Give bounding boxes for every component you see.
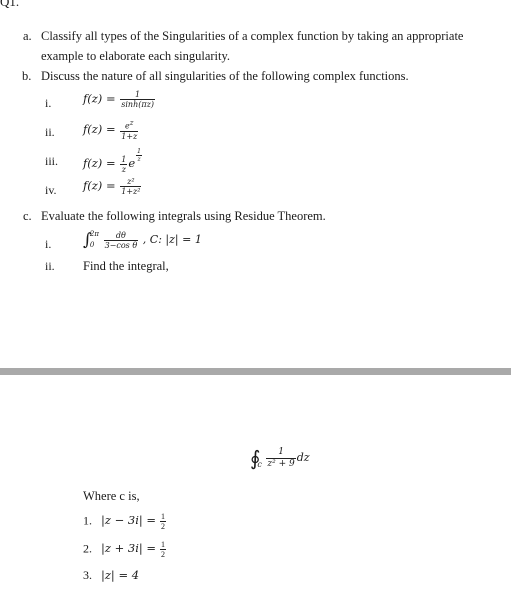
integrand-dz: dz [296, 451, 310, 464]
where-item-3: 3. |z| = 4 [83, 568, 139, 583]
b-item-2-den: 1+z [121, 131, 138, 141]
integrand-num: 1 [266, 447, 296, 459]
where-item-2-expr: |z + 3i| = [101, 541, 157, 556]
where-item-3-marker: 3. [83, 568, 92, 582]
b-item-2-num: ez [120, 119, 139, 132]
b-item-3-exp-den: z [137, 156, 141, 163]
integrand-fraction: 1 z² + 9 [266, 447, 296, 470]
where-item-2-den: 2 [161, 550, 166, 559]
where-item-2-marker: 2. [83, 541, 92, 556]
b-item-3-lhs: f(z) = [83, 156, 116, 170]
where-item-1-expr: |z − 3i| = [101, 513, 157, 528]
b-item-1-marker: i. [45, 96, 52, 110]
c-item-1-condition: , C: |z| = 1 [142, 233, 202, 246]
c-item-2-marker: ii. [45, 259, 55, 273]
b-item-3-fraction: 1 z [120, 154, 128, 174]
where-item-1-marker: 1. [83, 513, 92, 528]
b-item-2-marker: ii. [45, 125, 55, 139]
b-item-3-den: z [121, 164, 126, 174]
where-item-3-expr: |z| = 4 [101, 568, 140, 582]
where-item-1: 1. |z − 3i| = 1 2 [83, 512, 167, 531]
b-item-1-fraction: 1 sinh(πz) [120, 90, 155, 109]
b-item-4-marker: iv. [45, 183, 57, 197]
page-divider [0, 368, 511, 375]
b-item-3-exponent: 1 z [136, 148, 142, 163]
part-c-text: Evaluate the following integrals using R… [41, 209, 326, 223]
c-item-1-den: 3−cos θ [104, 240, 138, 250]
where-item-2-fraction: 1 2 [160, 540, 167, 559]
part-a-marker: a. [23, 29, 32, 43]
b-item-1-den: sinh(πz) [121, 100, 154, 109]
part-c-marker: c. [23, 209, 32, 223]
part-a-line2: example to elaborate each singularity. [41, 49, 231, 63]
part-a-line1: Classify all types of the Singularities … [41, 29, 464, 43]
b-item-3-exp-num: 1 [136, 148, 142, 156]
integrand-den: z² + 9 [267, 458, 295, 469]
b-item-4-num: z² [120, 177, 142, 187]
part-b-text: Discuss the nature of all singularities … [41, 69, 409, 83]
b-item-3-num: 1 [120, 154, 128, 165]
b-item-1-formula: f(z) = 1 sinh(πz) [83, 90, 156, 109]
contour-subscript: c [257, 460, 262, 469]
b-item-3-marker: iii. [45, 154, 59, 168]
contour-integral: ∮c 1 z² + 9 dz [250, 446, 310, 470]
c-item-1-fraction: dθ 3−cos θ [103, 231, 139, 250]
b-item-3-exp-base: e [128, 156, 136, 170]
c-item-2-text: Find the integral, [83, 259, 169, 273]
b-item-2-fraction: ez 1+z [120, 119, 139, 141]
b-item-4-formula: f(z) = z² 1+z² [83, 177, 142, 196]
where-item-2: 2. |z + 3i| = 1 2 [83, 540, 167, 559]
b-item-4-lhs: f(z) = [83, 178, 116, 193]
c-item-1-limits: 2π 0 [90, 229, 99, 251]
b-item-1-num: 1 [120, 90, 155, 100]
b-item-3-formula: f(z) = 1 z e 1 z [83, 148, 143, 174]
c-item-1-marker: i. [45, 237, 52, 251]
where-item-1-den: 2 [161, 522, 166, 531]
b-item-4-fraction: z² 1+z² [120, 177, 142, 196]
b-item-2-formula: f(z) = ez 1+z [83, 119, 139, 141]
c-item-1-formula: ∫ 2π 0 dθ 3−cos θ , C: |z| = 1 [83, 229, 202, 251]
c-item-1-num: dθ [103, 231, 139, 241]
c-item-1-upper: 2π [89, 230, 99, 238]
b-item-2-lhs: f(z) = [83, 121, 116, 136]
c-item-1-lower: 0 [89, 241, 95, 249]
b-item-1-lhs: f(z) = [83, 91, 116, 106]
where-item-2-num: 1 [160, 540, 167, 550]
part-b-marker: b. [22, 69, 32, 83]
where-item-1-num: 1 [160, 512, 167, 522]
b-item-4-den: 1+z² [121, 187, 141, 196]
where-item-1-fraction: 1 2 [160, 512, 167, 531]
question-label: Q1. [0, 0, 20, 9]
where-label: Where c is, [83, 489, 140, 503]
